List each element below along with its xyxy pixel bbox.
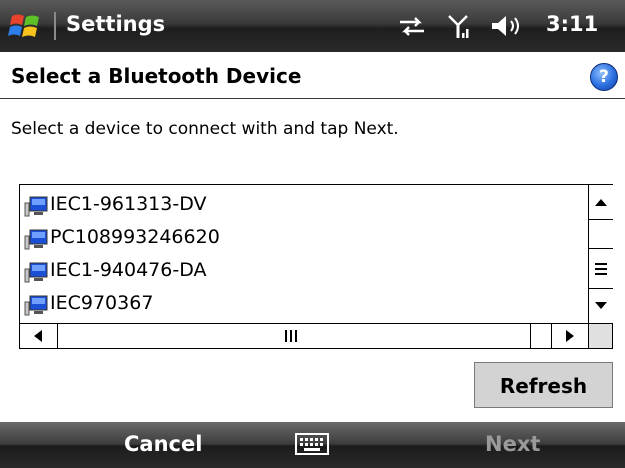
cancel-softkey[interactable]: Cancel bbox=[124, 432, 202, 456]
device-name: IEC1-940476-DA bbox=[50, 259, 207, 281]
vertical-scrollbar[interactable] bbox=[588, 185, 613, 323]
scroll-down-button[interactable] bbox=[589, 290, 613, 323]
signal-strength-icon[interactable] bbox=[447, 13, 473, 39]
list-item[interactable]: IEC970367 bbox=[22, 289, 582, 319]
data-connection-icon[interactable] bbox=[397, 13, 427, 39]
page-header: Select a Bluetooth Device ? bbox=[0, 52, 625, 99]
soft-key-bar: Cancel Next bbox=[0, 422, 625, 468]
computer-device-icon bbox=[24, 262, 48, 283]
page-title: Select a Bluetooth Device bbox=[11, 64, 302, 88]
grip-icon bbox=[595, 263, 607, 275]
help-icon[interactable]: ? bbox=[590, 63, 618, 91]
horizontal-scrollbar[interactable] bbox=[20, 323, 588, 348]
next-softkey[interactable]: Next bbox=[485, 432, 540, 456]
refresh-button[interactable]: Refresh bbox=[474, 362, 613, 408]
arrow-left-icon bbox=[34, 330, 42, 342]
device-name: IEC970367 bbox=[50, 292, 154, 314]
arrow-down-icon bbox=[595, 302, 607, 309]
list-item[interactable]: IEC1-940476-DA bbox=[22, 256, 582, 286]
scroll-track-upper[interactable] bbox=[589, 219, 613, 249]
windows-flag-icon[interactable] bbox=[8, 9, 44, 43]
arrow-up-icon bbox=[595, 199, 607, 206]
scroll-left-button[interactable] bbox=[20, 324, 58, 348]
title-bar: Settings 3:11 bbox=[0, 0, 625, 52]
clock: 3:11 bbox=[546, 12, 599, 36]
scroll-right-button[interactable] bbox=[552, 324, 588, 348]
device-list[interactable]: IEC1-961313-DV PC108993246620 IEC1-94047… bbox=[19, 184, 613, 349]
device-list-items: IEC1-961313-DV PC108993246620 IEC1-94047… bbox=[20, 185, 588, 323]
scroll-thumb[interactable] bbox=[589, 249, 613, 289]
arrow-right-icon bbox=[566, 330, 574, 342]
scrollbar-corner bbox=[588, 323, 612, 348]
grip-icon bbox=[285, 330, 297, 342]
computer-device-icon bbox=[24, 196, 48, 217]
help-glyph: ? bbox=[599, 67, 609, 87]
computer-device-icon bbox=[24, 295, 48, 316]
computer-device-icon bbox=[24, 229, 48, 250]
device-name: PC108993246620 bbox=[50, 226, 220, 248]
keyboard-icon[interactable] bbox=[295, 433, 329, 455]
volume-icon[interactable] bbox=[490, 13, 524, 39]
list-item[interactable]: PC108993246620 bbox=[22, 223, 582, 253]
scroll-track-right[interactable] bbox=[530, 324, 552, 348]
device-name: IEC1-961313-DV bbox=[50, 193, 207, 215]
scroll-up-button[interactable] bbox=[589, 185, 613, 218]
horizontal-scroll-thumb[interactable] bbox=[58, 324, 530, 348]
app-title: Settings bbox=[66, 12, 166, 36]
title-separator bbox=[54, 12, 56, 40]
list-item[interactable]: IEC1-961313-DV bbox=[22, 190, 582, 220]
instructions-text: Select a device to connect with and tap … bbox=[11, 119, 399, 139]
